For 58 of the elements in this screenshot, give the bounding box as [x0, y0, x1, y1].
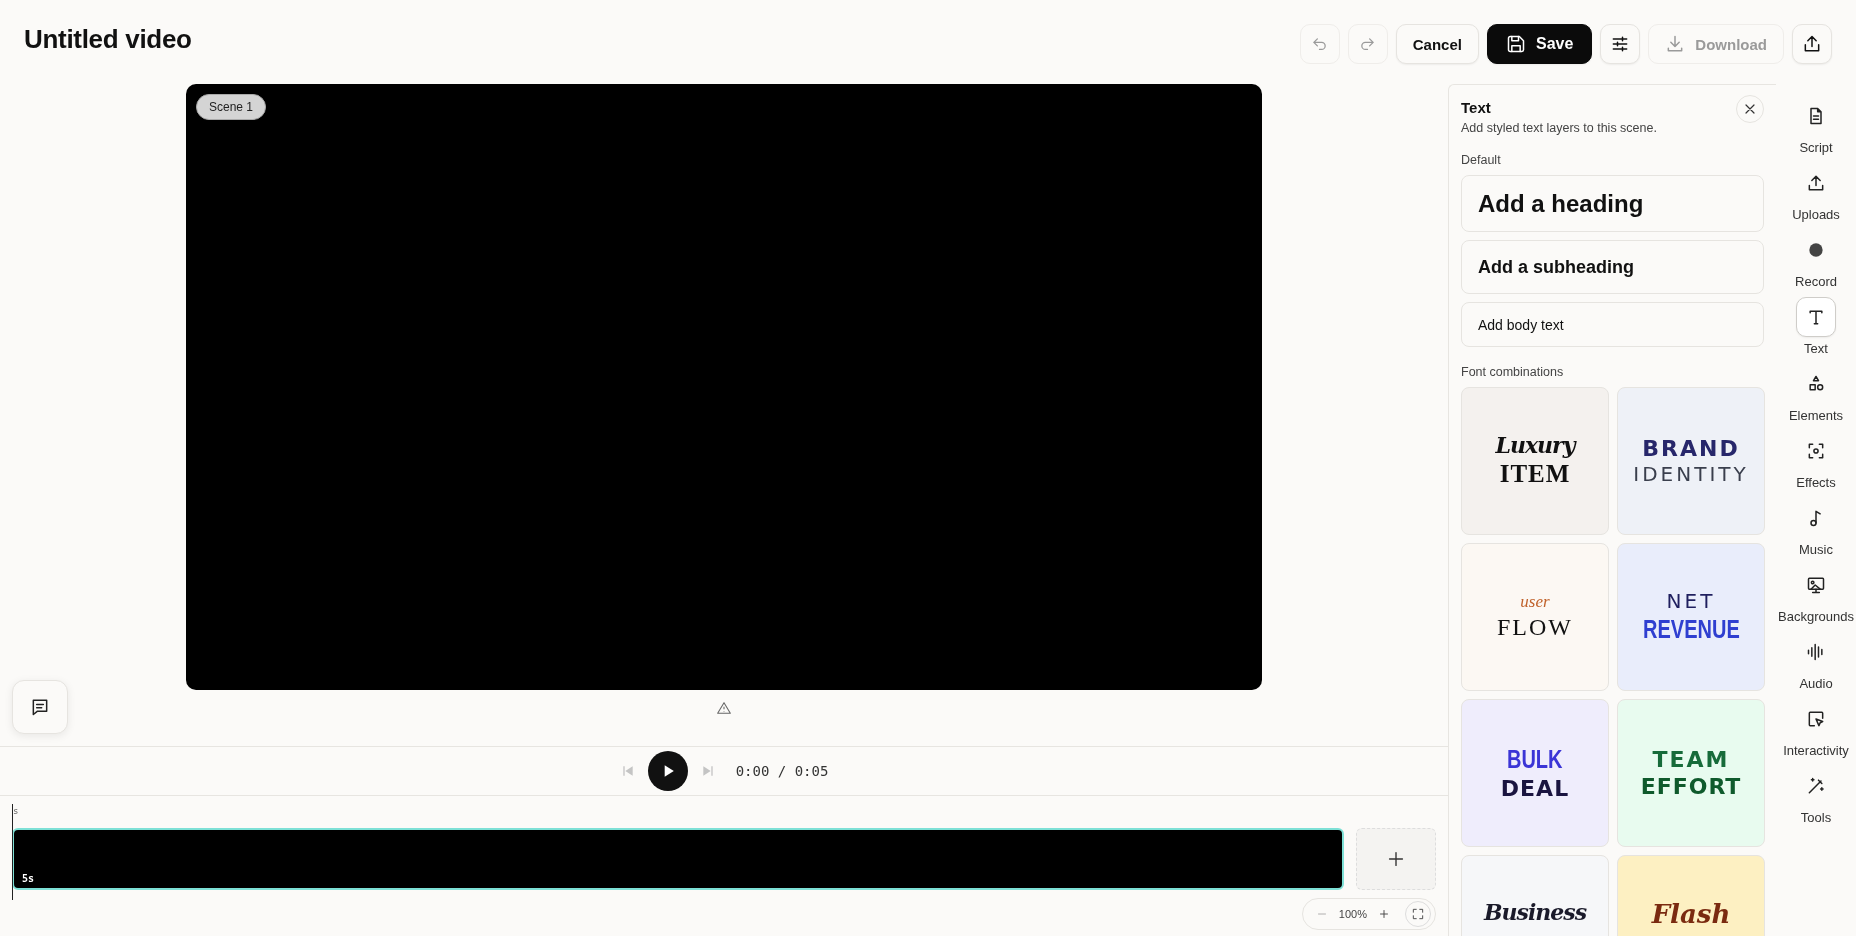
audio-icon [1806, 642, 1826, 662]
fullscreen-button[interactable] [1405, 901, 1431, 927]
panel-title: Text [1461, 99, 1492, 116]
font-combination-card[interactable]: Flash [1617, 855, 1765, 936]
clip-duration: 5s [22, 873, 35, 884]
video-title: Untitled video [24, 23, 192, 55]
backgrounds-icon [1806, 575, 1826, 595]
font-combination-card[interactable]: user FLOW [1461, 543, 1609, 691]
record-icon [1806, 240, 1826, 260]
add-scene-button[interactable] [1356, 828, 1436, 890]
section-heading: Default [1461, 153, 1502, 167]
body-preset-button[interactable]: Add body text [1461, 302, 1764, 347]
play-button[interactable] [647, 751, 688, 791]
sidebar-tab[interactable]: Music [1776, 498, 1856, 565]
adjust-button[interactable] [1600, 24, 1641, 64]
heading-preset-button[interactable]: Add a heading [1461, 175, 1764, 232]
redo-icon [1359, 35, 1377, 53]
sidebar-tab[interactable]: Backgrounds [1776, 565, 1856, 632]
sidebar-tab[interactable]: Audio [1776, 632, 1856, 699]
message-icon [30, 697, 50, 717]
sidebar-tab[interactable]: Record [1776, 230, 1856, 297]
close-button[interactable] [1736, 95, 1764, 123]
sidebar-tab[interactable]: Text [1776, 297, 1856, 364]
font-combination-card[interactable]: BULK DEAL [1461, 699, 1609, 847]
undo-icon [1311, 35, 1329, 53]
sidebar-tab[interactable]: Effects [1776, 431, 1856, 498]
cancel-button[interactable]: Cancel [1395, 24, 1479, 64]
subheading-preset-button[interactable]: Add a subheading [1461, 240, 1764, 294]
playback-time: 0:00 / 0:05 [735, 763, 829, 779]
warning-icon[interactable] [716, 700, 732, 716]
font-combination-card[interactable]: Business [1461, 855, 1609, 936]
section-heading: Font combinations [1461, 365, 1565, 379]
elements-icon [1806, 374, 1826, 394]
text-icon [1806, 307, 1826, 327]
font-combination-card[interactable]: BRAND IDENTITY [1617, 387, 1765, 535]
zoom-in-icon[interactable] [1377, 907, 1391, 921]
sidebar-tab[interactable]: Script [1776, 96, 1856, 163]
tools-icon [1806, 776, 1826, 796]
save-button[interactable]: Save [1486, 24, 1593, 64]
scene-clip[interactable]: 5s [12, 828, 1344, 890]
share-button[interactable] [1792, 24, 1832, 64]
font-combination-card[interactable]: NET REVENUE [1617, 543, 1765, 691]
upload-icon [1806, 173, 1826, 193]
sidebar-tab[interactable]: Uploads [1776, 163, 1856, 230]
interactivity-icon [1806, 709, 1826, 729]
captions-button[interactable] [12, 680, 68, 734]
panel-subtitle: Add styled text layers to this scene. [1461, 121, 1657, 135]
font-combination-card[interactable]: TEAM EFFORT [1617, 699, 1765, 847]
ruler-label: s [13, 806, 19, 816]
fullscreen-icon [1411, 907, 1425, 921]
share-icon [1802, 34, 1822, 54]
effects-icon [1806, 441, 1826, 461]
sidebar-tab[interactable]: Elements [1776, 364, 1856, 431]
sidebar-tab[interactable]: Tools [1776, 766, 1856, 833]
zoom-level: 100% [1338, 908, 1367, 920]
scene-label: Scene 1 [196, 94, 267, 120]
sidebar-tab[interactable]: Interactivity [1776, 699, 1856, 766]
font-combination-card[interactable]: Luxury ITEM [1461, 387, 1609, 535]
